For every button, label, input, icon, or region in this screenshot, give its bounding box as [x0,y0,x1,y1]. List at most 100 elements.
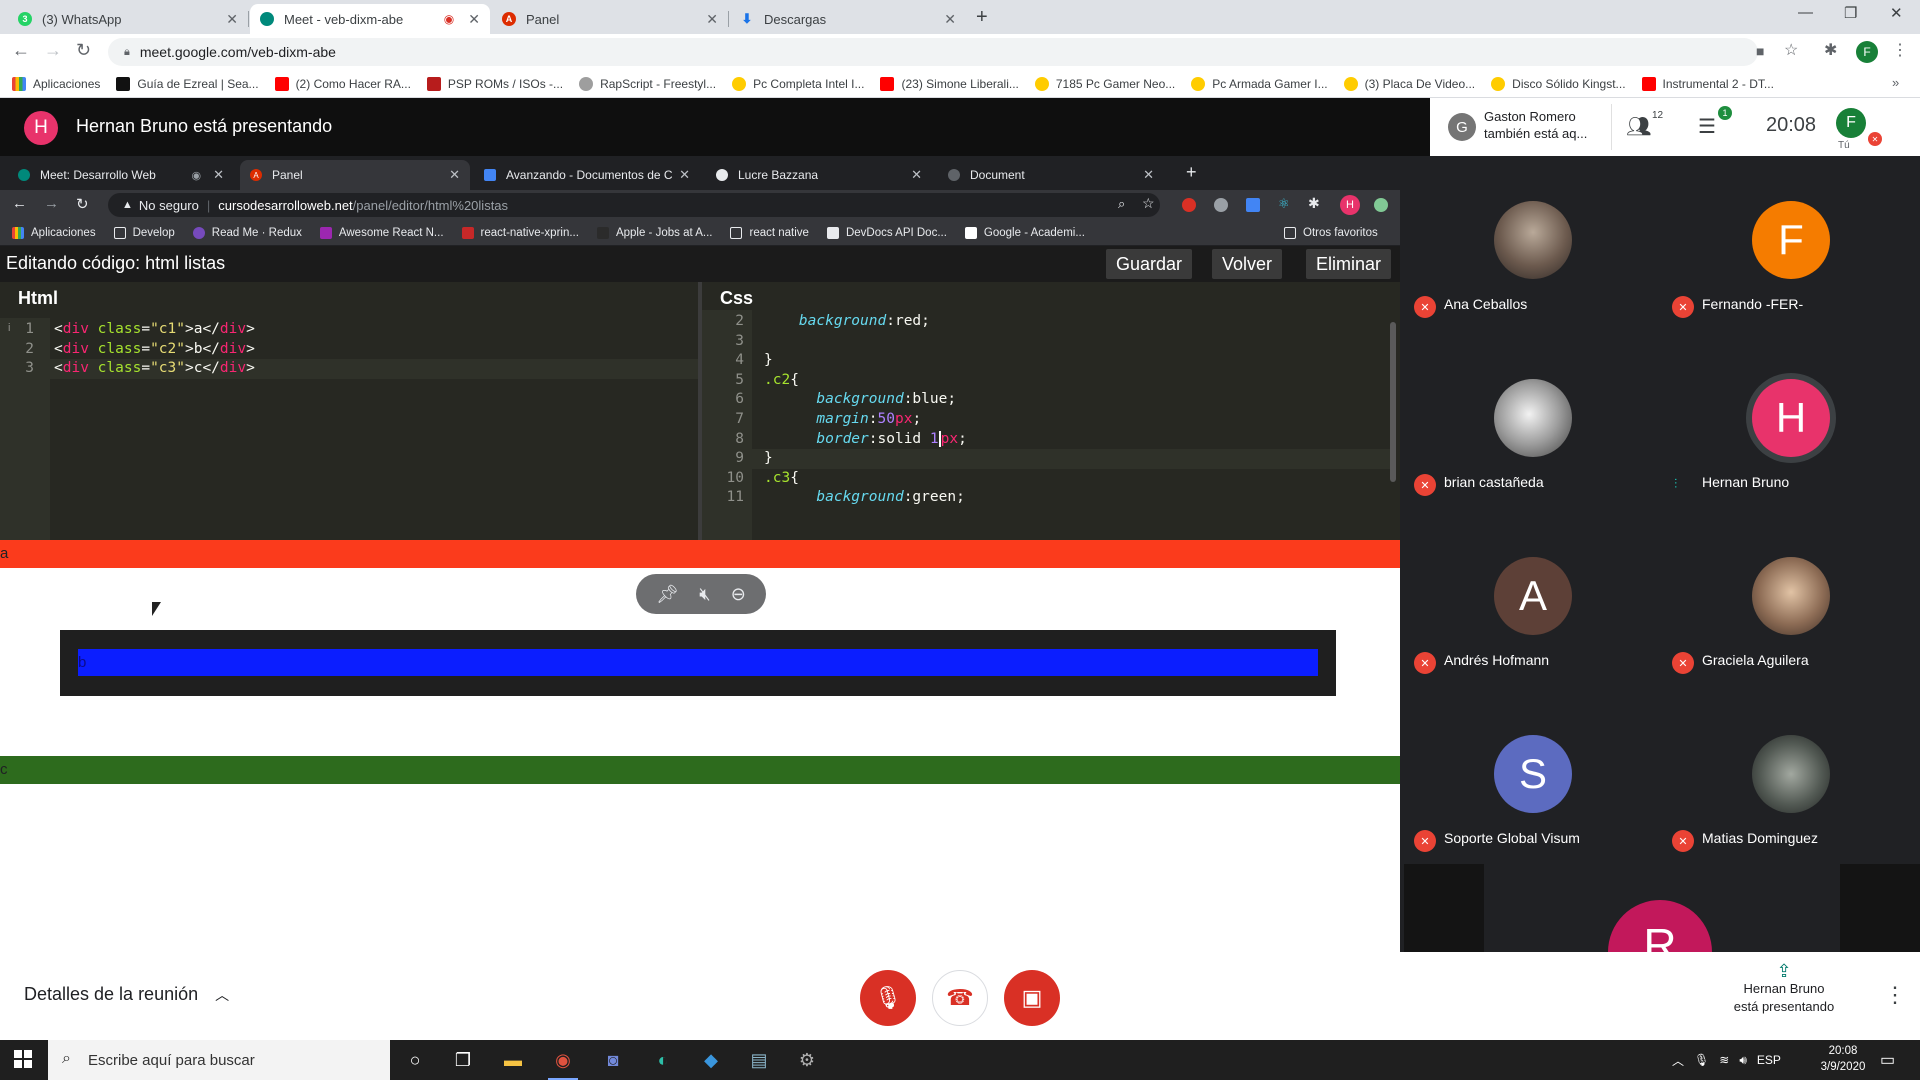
tab-downloads[interactable]: ⬇ Descargas ✕ [730,4,966,34]
notepad-icon[interactable]: ▤ [744,1046,774,1074]
inner-tab: Avanzando - Documentos de C ✕ [474,160,700,190]
tab-meet[interactable]: Meet - veb-dixm-abe ◉ ✕ [250,4,490,34]
participant-photo [1494,379,1572,457]
bookmark-item: react-native-xprin... [461,226,579,239]
camera-toggle-button[interactable]: ▣ [1004,970,1060,1026]
notifications-icon[interactable]: ▭ [1880,1050,1895,1070]
leave-call-button[interactable]: ☎︎ [932,970,988,1026]
css-code: background:red; } .c2{ background:blue; m… [764,313,967,506]
menu-icon[interactable]: ⋮ [1892,40,1908,60]
participant-tile[interactable]: S ✕ Soporte Global Visum [1404,690,1662,868]
tab-title: Panel [526,11,560,27]
bookmark-item[interactable]: (23) Simone Liberali... [880,76,1019,91]
file-explorer-icon[interactable]: ▬ [498,1046,528,1074]
avatar: G [1448,113,1476,141]
css-editor: Css 2 3 4 5 6 7 8 9 10 11 background:red… [702,282,1400,562]
bookmark-item[interactable]: 7185 Pc Gamer Neo... [1034,76,1175,91]
mic-toggle-button[interactable]: 🎙︎ [860,970,916,1026]
participant-name: Andrés Hofmann [1444,652,1550,668]
bookmark-item[interactable]: Guía de Ezreal | Sea... [116,76,259,91]
meeting-details-button[interactable]: Detalles de la reunión ︿ [24,984,229,1005]
presenter-avatar: H [24,111,58,145]
bookmark-item[interactable]: Disco Sólido Kingst... [1491,76,1626,91]
vscode-icon[interactable]: ◆ [696,1046,726,1074]
close-icon: ✕ [1143,167,1154,182]
close-icon[interactable]: ✕ [468,11,480,28]
bookmark-item[interactable]: PSP ROMs / ISOs -... [426,76,563,91]
pin-icon[interactable]: 📌︎ [656,584,679,605]
windows-start-icon[interactable] [14,1050,32,1068]
close-icon[interactable]: ✕ [944,11,956,28]
clock-icon [716,169,728,181]
chevron-up-icon[interactable]: ︿ [1672,1052,1684,1069]
also-presenting-card[interactable]: G Gaston Romero también está aq... [1444,104,1612,150]
more-options-icon[interactable]: ⋮ [1884,982,1906,1008]
task-view-icon[interactable]: ❐ [448,1046,478,1074]
youtube-icon [1641,76,1656,91]
mute-icon[interactable]: 🔇︎ [699,584,710,605]
back-icon[interactable]: ← [12,40,30,61]
volume-icon[interactable]: 🔊︎ [1739,1053,1747,1068]
mercadolibre-icon [1491,76,1506,91]
tab-whatsapp[interactable]: 3 (3) WhatsApp ✕ [8,4,249,34]
microphone-icon[interactable]: 🎙︎ [1694,1053,1709,1067]
edge-icon[interactable]: ◐ [648,1046,678,1074]
language-indicator[interactable]: ESP [1757,1053,1781,1067]
chevron-right-icon[interactable]: » [1892,75,1899,90]
bookmark-item[interactable]: Pc Armada Gamer I... [1191,76,1328,91]
mic-off-icon: ✕ [1672,652,1694,674]
chrome-icon[interactable]: ◉ [548,1046,578,1080]
taskbar-clock[interactable]: 20:08 3/9/2020 [1808,1043,1878,1075]
maximize-icon[interactable]: ❐ [1844,4,1857,22]
editor-header: Editando código: html listas Guardar Vol… [0,246,1400,282]
taskbar-search[interactable]: ⌕ Escribe aquí para buscar [48,1040,390,1080]
tab-panel[interactable]: A Panel ✕ [492,4,729,34]
speaking-icon: ⫶ [1674,476,1678,491]
minimize-icon[interactable]: — [1798,4,1813,21]
window-close-icon[interactable]: ✕ [1890,4,1903,22]
presentation-controls[interactable]: 📌︎ 🔇︎ ⊖ [636,574,766,614]
address-bar[interactable]: 🔒︎ meet.google.com/veb-dixm-abe [108,38,1758,66]
people-icon[interactable]: 👥︎ [1626,114,1651,139]
participant-tile[interactable]: ✕ Graciela Aguilera [1662,512,1920,690]
forward-icon[interactable]: → [44,40,62,61]
scholar-icon [964,226,977,239]
presenting-info[interactable]: ⇪ Hernan Bruno está presentando [1714,962,1854,1016]
bookmark-item[interactable]: RapScript - Freestyl... [579,76,716,91]
wifi-icon[interactable]: ≋ [1719,1053,1729,1067]
editor-title: Editando código: html listas [6,253,226,273]
participant-avatar[interactable]: R [1608,900,1712,952]
outer-toolbar: ← → ↻ 🔒︎ meet.google.com/veb-dixm-abe ■ … [0,34,1920,70]
discord-icon[interactable]: ◙ [598,1046,628,1074]
cortana-icon[interactable]: ○ [400,1046,430,1074]
close-icon[interactable]: ✕ [226,11,238,28]
bookmark-item[interactable]: (2) Como Hacer RA... [274,76,411,91]
settings-icon[interactable]: ⚙ [792,1046,822,1074]
camera-icon[interactable]: ■ [1756,43,1764,59]
bookmark-item[interactable]: Instrumental 2 - DT... [1641,76,1774,91]
self-avatar[interactable]: F [1836,108,1866,138]
remove-icon[interactable]: ⊖ [731,584,746,605]
participant-tile[interactable]: ✕ Ana Ceballos [1404,156,1662,334]
bookmark-item[interactable]: Aplicaciones [12,76,100,91]
participant-tile[interactable]: ✕ brian castañeda [1404,334,1662,512]
new-tab-icon[interactable]: + [976,6,988,29]
extensions-icon[interactable]: ✱ [1824,40,1837,60]
participant-tile[interactable]: ✕ Matias Dominguez [1662,690,1920,868]
bookmark-item[interactable]: Pc Completa Intel I... [732,76,864,91]
close-icon[interactable]: ✕ [706,11,718,28]
participant-photo [1494,201,1572,279]
youtube-icon [880,76,895,91]
tab-title: Meet - veb-dixm-abe [284,11,404,27]
participant-tile[interactable]: F ✕ Fernando -FER- [1662,156,1920,334]
participant-tile[interactable]: A ✕ Andrés Hofmann [1404,512,1662,690]
reload-icon[interactable]: ↻ [76,40,91,61]
participant-photo [1752,735,1830,813]
delete-button: Eliminar [1306,249,1392,279]
bookmark-item[interactable]: (3) Placa De Video... [1343,76,1475,91]
star-icon[interactable]: ☆ [1784,40,1798,60]
outer-tab-bar: 3 (3) WhatsApp ✕ Meet - veb-dixm-abe ◉ ✕… [0,0,1920,34]
profile-avatar[interactable]: F [1856,41,1878,63]
participant-tile[interactable]: H ⫶ Hernan Bruno [1662,334,1920,512]
chat-icon[interactable]: ☰ [1698,114,1716,139]
